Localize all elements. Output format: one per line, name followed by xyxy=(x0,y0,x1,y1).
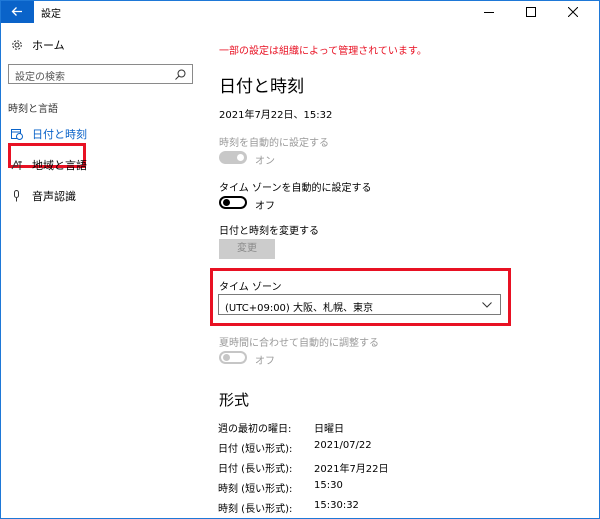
search-placeholder: 設定の検索 xyxy=(15,72,65,83)
format-value: 15:30:32 xyxy=(314,500,359,511)
close-icon xyxy=(568,7,578,17)
auto-time-state: オン xyxy=(255,156,275,167)
format-label: 時刻 (短い形式): xyxy=(218,484,293,495)
back-arrow-icon xyxy=(11,7,22,16)
calendar-clock-icon xyxy=(11,129,23,140)
toggle-knob xyxy=(237,154,244,161)
toggle-knob xyxy=(223,199,230,206)
highlight-box-timezone xyxy=(210,268,511,326)
sidebar-section-header: 時刻と言語 xyxy=(8,104,58,115)
format-value: 2021年7月22日 xyxy=(314,464,389,475)
search-icon xyxy=(175,69,186,80)
managed-notice: 一部の設定は組織によって管理されています。 xyxy=(219,46,427,57)
format-label: 日付 (長い形式): xyxy=(218,464,293,475)
toggle-knob xyxy=(223,354,230,361)
auto-time-toggle xyxy=(219,151,247,164)
microphone-icon xyxy=(14,190,19,202)
page-title: 日付と時刻 xyxy=(219,77,304,97)
sidebar-item-speech[interactable]: 音声認識 xyxy=(11,188,76,204)
gear-icon xyxy=(12,40,22,50)
dst-label: 夏時間に合わせて自動的に調整する xyxy=(219,338,379,349)
sidebar-item-region-language[interactable]: 地域と言語 xyxy=(11,157,87,173)
format-value: 15:30 xyxy=(314,480,343,491)
main-content: 一部の設定は組織によって管理されています。 日付と時刻 2021年7月22日、1… xyxy=(201,23,599,518)
sidebar-item-label: 音声認識 xyxy=(32,190,76,203)
sidebar-item-label: 日付と時刻 xyxy=(32,128,87,141)
format-value: 2021/07/22 xyxy=(314,440,372,451)
sidebar-home-label: ホーム xyxy=(32,39,65,52)
dst-toggle xyxy=(219,351,247,364)
maximize-icon xyxy=(526,7,536,17)
sidebar-home[interactable]: ホーム xyxy=(11,37,65,53)
format-value: 日曜日 xyxy=(314,424,344,435)
sidebar: ホーム 設定の検索 時刻と言語 日付と時刻 地域と言語 音声認識 xyxy=(1,23,201,518)
close-button[interactable] xyxy=(552,1,594,23)
auto-timezone-label: タイム ゾーンを自動的に設定する xyxy=(219,183,372,194)
format-heading: 形式 xyxy=(219,391,250,409)
change-button: 変更 xyxy=(219,239,275,259)
search-input[interactable]: 設定の検索 xyxy=(8,64,193,84)
sidebar-item-date-time[interactable]: 日付と時刻 xyxy=(11,126,87,142)
format-label: 週の最初の曜日: xyxy=(218,424,292,435)
change-datetime-label: 日付と時刻を変更する xyxy=(219,226,319,237)
current-datetime: 2021年7月22日、15:32 xyxy=(219,110,333,121)
region-language-icon xyxy=(11,159,22,170)
maximize-button[interactable] xyxy=(510,1,552,23)
auto-timezone-toggle[interactable] xyxy=(219,196,247,209)
minimize-icon xyxy=(484,12,494,13)
window-title: 設定 xyxy=(41,9,61,20)
format-label: 日付 (短い形式): xyxy=(218,444,293,455)
auto-time-label: 時刻を自動的に設定する xyxy=(219,138,329,149)
sidebar-item-label: 地域と言語 xyxy=(32,159,87,172)
dst-state: オフ xyxy=(255,356,275,367)
back-button[interactable] xyxy=(1,1,34,23)
settings-window: 設定 ホーム 設定の検索 時刻と言語 日付と時刻 地域と言語 音声認識 一部の設… xyxy=(0,0,600,519)
title-bar: 設定 xyxy=(1,1,599,23)
auto-timezone-state: オフ xyxy=(255,201,275,212)
minimize-button[interactable] xyxy=(468,1,510,23)
format-label: 時刻 (長い形式): xyxy=(218,504,293,515)
